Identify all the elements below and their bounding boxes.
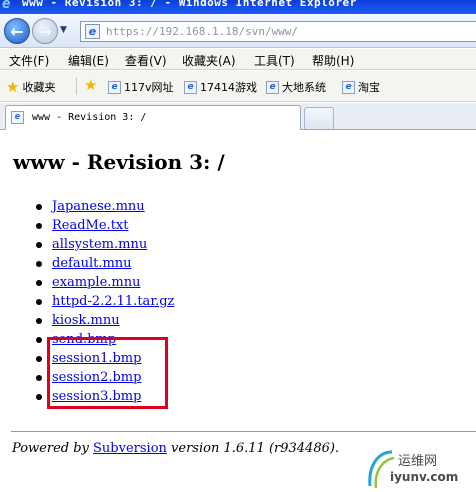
ie-page-icon: e: [11, 111, 24, 124]
bullet-icon: [36, 318, 42, 324]
page-icon: e: [85, 24, 100, 39]
menu-file[interactable]: 文件(F): [9, 52, 49, 69]
new-tab-button[interactable]: [304, 107, 334, 129]
page-content: www - Revision 3: / Japanese.mnu ReadMe.…: [0, 131, 476, 492]
file-link[interactable]: kiosk.mnu: [52, 311, 120, 330]
menu-tools[interactable]: 工具(T): [254, 52, 295, 69]
favorite-link[interactable]: e 大地系统: [266, 79, 326, 95]
file-link[interactable]: example.mnu: [52, 273, 140, 292]
ie-logo-icon: e: [2, 0, 11, 12]
menu-help[interactable]: 帮助(H): [312, 52, 354, 69]
footer-divider: [11, 431, 476, 432]
tab-label: www - Revision 3: /: [32, 112, 147, 123]
ie-page-icon: e: [108, 80, 121, 94]
favorite-link-label: 大地系统: [282, 81, 326, 94]
favorite-link-label: 17414游戏: [200, 81, 257, 94]
ie-page-icon: e: [184, 80, 197, 94]
watermark: 运维网 iyunv.com: [366, 446, 476, 492]
tab-active[interactable]: e www - Revision 3: /: [5, 105, 301, 130]
favorite-link[interactable]: e 117v网址: [108, 79, 174, 95]
watermark-domain: iyunv.com: [390, 470, 459, 484]
page-title: www - Revision 3: /: [13, 150, 225, 174]
favorites-button[interactable]: ★ 收藏夹: [6, 79, 55, 95]
footer-prefix: Powered by: [12, 441, 94, 456]
bullet-icon: [36, 337, 42, 343]
watermark-swoosh-icon: [368, 450, 395, 489]
navigation-bar: ← → ▼ e https://192.168.1.18/svn/www/: [0, 14, 476, 48]
bullet-icon: [36, 356, 42, 362]
add-favorite-icon: ★: [84, 76, 98, 94]
bullet-icon: [36, 299, 42, 305]
bullet-icon: [36, 261, 42, 267]
footer-suffix: version 1.6.11 (r934486).: [166, 441, 340, 456]
highlight-box: [47, 337, 168, 409]
watermark-text: 运维网: [398, 454, 438, 469]
star-icon: ★: [6, 78, 20, 96]
menu-edit[interactable]: 编辑(E): [68, 52, 109, 69]
back-button[interactable]: ←: [4, 18, 30, 44]
file-link[interactable]: default.mnu: [52, 254, 132, 273]
menu-view[interactable]: 查看(V): [125, 52, 167, 69]
favorite-link-label: 淘宝: [358, 81, 380, 94]
file-link[interactable]: httpd-2.2.11.tar.gz: [52, 292, 174, 311]
window-title-bar: e www - Revision 3: / - Windows Internet…: [0, 0, 476, 14]
file-link[interactable]: allsystem.mnu: [52, 235, 147, 254]
bullet-icon: [36, 223, 42, 229]
arrow-left-icon: ←: [10, 21, 24, 41]
ie-page-icon: e: [342, 80, 355, 94]
bullet-icon: [36, 394, 42, 400]
menu-bar: 文件(F) 编辑(E) 查看(V) 收藏夹(A) 工具(T) 帮助(H): [0, 49, 476, 70]
file-link[interactable]: ReadMe.txt: [52, 216, 128, 235]
arrow-right-icon: →: [38, 21, 52, 41]
bullet-icon: [36, 204, 42, 210]
favorite-link[interactable]: e 17414游戏: [184, 79, 257, 95]
tab-bar: e www - Revision 3: /: [0, 103, 476, 130]
page-footer: Powered by Subversion version 1.6.11 (r9…: [12, 441, 339, 456]
favorite-link[interactable]: e 淘宝: [342, 79, 380, 95]
favorite-link-label: 117v网址: [124, 81, 174, 94]
bullet-icon: [36, 280, 42, 286]
address-input[interactable]: e https://192.168.1.18/svn/www/: [80, 21, 476, 42]
subversion-link[interactable]: Subversion: [93, 441, 167, 456]
window-title: www - Revision 3: / - Windows Internet E…: [22, 0, 357, 9]
recent-pages-dropdown[interactable]: ▼: [60, 25, 67, 35]
add-favorite-button[interactable]: ★: [84, 76, 100, 94]
bullet-icon: [36, 375, 42, 381]
forward-button[interactable]: →: [32, 18, 58, 44]
favorites-bar: ★ 收藏夹 ★ e 117v网址 e 17414游戏 e 大地系统 e 淘宝: [0, 71, 476, 102]
ie-page-icon: e: [266, 80, 279, 94]
favorites-label: 收藏夹: [22, 81, 56, 94]
bullet-icon: [36, 242, 42, 248]
menu-favorites[interactable]: 收藏夹(A): [182, 52, 236, 69]
address-url: https://192.168.1.18/svn/www/: [106, 25, 299, 38]
toolbar-divider: [76, 77, 77, 95]
file-link[interactable]: Japanese.mnu: [52, 197, 145, 216]
